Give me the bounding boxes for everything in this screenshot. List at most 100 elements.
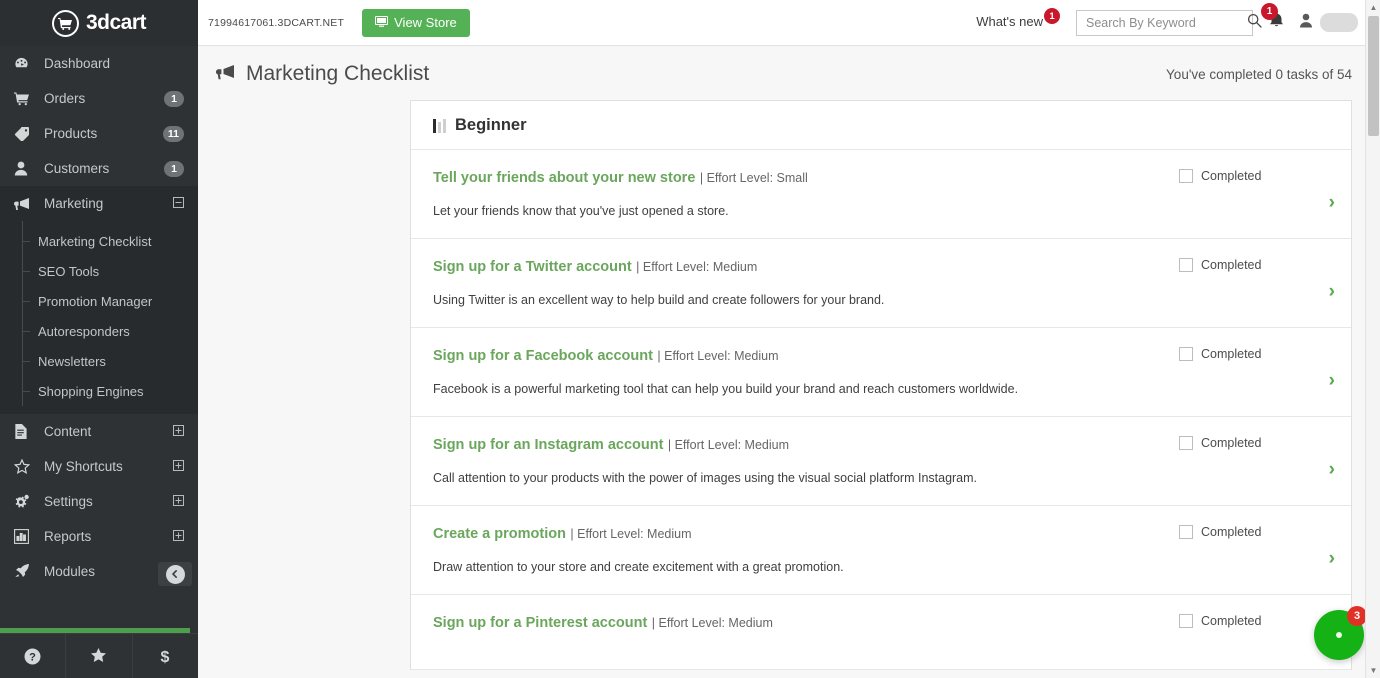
- dollar-icon[interactable]: $: [133, 634, 198, 678]
- expand-plus-icon[interactable]: [173, 459, 184, 474]
- task-row[interactable]: Sign up for a Pinterest account | Effort…: [411, 595, 1351, 670]
- scroll-down-arrow[interactable]: ▼: [1366, 663, 1380, 678]
- scrollbar-thumb[interactable]: [1368, 16, 1379, 136]
- sidebar-item-dashboard[interactable]: Dashboard: [0, 46, 198, 81]
- sidebar: 3dcart Dashboard Orders 1 Products 11 Cu…: [0, 0, 198, 678]
- sidebar-item-content[interactable]: Content: [0, 414, 198, 449]
- help-icon[interactable]: ?: [0, 634, 67, 678]
- sidebar-badge-products: 11: [162, 125, 184, 142]
- task-title-line: Sign up for a Facebook account | Effort …: [433, 347, 1159, 365]
- chevron-right-icon[interactable]: ›: [1329, 549, 1335, 568]
- sidebar-collapse-button[interactable]: [158, 562, 192, 586]
- completed-label: Completed: [1201, 436, 1262, 450]
- expand-plus-icon[interactable]: [173, 529, 184, 544]
- completed-checkbox[interactable]: [1179, 258, 1193, 272]
- task-title[interactable]: Sign up for a Facebook account: [433, 348, 653, 364]
- top-bar-right: What's new1 1: [976, 3, 1358, 36]
- sidebar-item-settings[interactable]: Settings: [0, 484, 198, 519]
- main-area: 71994617061.3DCART.NET View Store What's…: [198, 0, 1380, 678]
- completed-label: Completed: [1201, 347, 1262, 361]
- completed-checkbox[interactable]: [1179, 614, 1193, 628]
- gears-icon: [14, 494, 36, 509]
- page-scrollbar[interactable]: ▲ ▼: [1365, 0, 1380, 678]
- subitem-label: Promotion Manager: [38, 293, 153, 309]
- notifications-button[interactable]: 1: [1261, 3, 1284, 33]
- task-row[interactable]: Sign up for an Instagram account | Effor…: [411, 417, 1351, 506]
- notification-badge: 1: [1261, 3, 1278, 20]
- chevron-right-icon[interactable]: ›: [1329, 371, 1335, 390]
- marketing-submenu: Marketing Checklist SEO Tools Promotion …: [0, 221, 198, 414]
- signal-bars-icon: [433, 118, 446, 133]
- sidebar-subitem-autoresponders[interactable]: Autoresponders: [0, 316, 198, 346]
- sidebar-item-marketing[interactable]: Marketing: [0, 186, 198, 221]
- search-input[interactable]: [1086, 15, 1247, 30]
- task-row[interactable]: Sign up for a Facebook account | Effort …: [411, 328, 1351, 417]
- sidebar-subitem-shopping-engines[interactable]: Shopping Engines: [0, 376, 198, 406]
- cart-icon: [14, 91, 36, 106]
- sidebar-item-reports[interactable]: Reports: [0, 519, 198, 554]
- task-title[interactable]: Sign up for an Instagram account: [433, 437, 663, 453]
- sidebar-item-customers[interactable]: Customers 1: [0, 151, 198, 186]
- cart-logo-icon: [51, 9, 79, 37]
- account-icon[interactable]: [1299, 13, 1313, 33]
- avatar[interactable]: [1320, 13, 1358, 32]
- section-header: Beginner: [411, 101, 1351, 150]
- chevron-right-icon[interactable]: ›: [1329, 460, 1335, 479]
- task-title[interactable]: Sign up for a Pinterest account: [433, 615, 647, 631]
- svg-text:?: ?: [29, 651, 36, 663]
- chat-widget-button[interactable]: 3: [1314, 606, 1367, 660]
- task-row[interactable]: Tell your friends about your new store |…: [411, 150, 1351, 239]
- chevron-right-icon[interactable]: ›: [1329, 193, 1335, 212]
- scroll-up-arrow[interactable]: ▲: [1366, 0, 1380, 15]
- logo[interactable]: 3dcart: [0, 0, 198, 46]
- task-title[interactable]: Sign up for a Twitter account: [433, 259, 632, 275]
- completed-control[interactable]: Completed: [1179, 436, 1329, 450]
- subitem-label: Shopping Engines: [38, 383, 144, 399]
- whats-new-link[interactable]: What's new 1: [976, 8, 1064, 32]
- task-title[interactable]: Tell your friends about your new store: [433, 170, 695, 186]
- completed-checkbox[interactable]: [1179, 347, 1193, 361]
- task-title[interactable]: Create a promotion: [433, 526, 566, 542]
- subitem-label: Autoresponders: [38, 323, 130, 339]
- subitem-label: Newsletters: [38, 353, 106, 369]
- search-icon[interactable]: [1247, 13, 1262, 33]
- sidebar-item-my-shortcuts[interactable]: My Shortcuts: [0, 449, 198, 484]
- task-description: Facebook is a powerful marketing tool th…: [433, 382, 1019, 396]
- sidebar-subitem-seo-tools[interactable]: SEO Tools: [0, 256, 198, 286]
- task-actions: Completed ›: [1179, 525, 1335, 574]
- sidebar-subitem-marketing-checklist[interactable]: Marketing Checklist: [0, 226, 198, 256]
- collapse-minus-icon[interactable]: [173, 196, 184, 211]
- sidebar-item-orders[interactable]: Orders 1: [0, 81, 198, 116]
- completed-checkbox[interactable]: [1179, 436, 1193, 450]
- view-store-button[interactable]: View Store: [362, 8, 470, 37]
- sidebar-item-products[interactable]: Products 11: [0, 116, 198, 151]
- chat-badge: 3: [1347, 606, 1367, 626]
- completed-control[interactable]: Completed: [1179, 258, 1329, 272]
- completed-control[interactable]: Completed: [1179, 169, 1329, 183]
- completed-control[interactable]: Completed: [1179, 614, 1329, 628]
- completed-control[interactable]: Completed: [1179, 347, 1329, 361]
- sidebar-item-label: Content: [44, 424, 92, 439]
- expand-plus-icon[interactable]: [173, 494, 184, 509]
- tag-icon: [14, 126, 36, 141]
- star-icon[interactable]: [66, 634, 133, 678]
- search-box[interactable]: [1076, 9, 1262, 36]
- sidebar-subitem-newsletters[interactable]: Newsletters: [0, 346, 198, 376]
- task-row[interactable]: Sign up for a Twitter account | Effort L…: [411, 239, 1351, 328]
- task-title-line: Sign up for a Twitter account | Effort L…: [433, 258, 1159, 276]
- chevron-right-icon[interactable]: ›: [1329, 282, 1335, 301]
- task-effort: | Effort Level: Small: [699, 171, 808, 185]
- completed-checkbox[interactable]: [1179, 525, 1193, 539]
- sidebar-subitem-promotion-manager[interactable]: Promotion Manager: [0, 286, 198, 316]
- completed-checkbox[interactable]: [1179, 169, 1193, 183]
- task-description: Draw attention to your store and create …: [433, 560, 844, 574]
- task-row[interactable]: Create a promotion | Effort Level: Mediu…: [411, 506, 1351, 595]
- sidebar-item-label: Reports: [44, 529, 92, 544]
- task-description: Using Twitter is an excellent way to hel…: [433, 293, 885, 307]
- megaphone-icon: [215, 64, 235, 85]
- completed-control[interactable]: Completed: [1179, 525, 1329, 539]
- completed-label: Completed: [1201, 614, 1262, 628]
- task-title-line: Sign up for a Pinterest account | Effort…: [433, 614, 1159, 632]
- expand-plus-icon[interactable]: [173, 424, 184, 439]
- sidebar-footer: ? $: [0, 633, 198, 678]
